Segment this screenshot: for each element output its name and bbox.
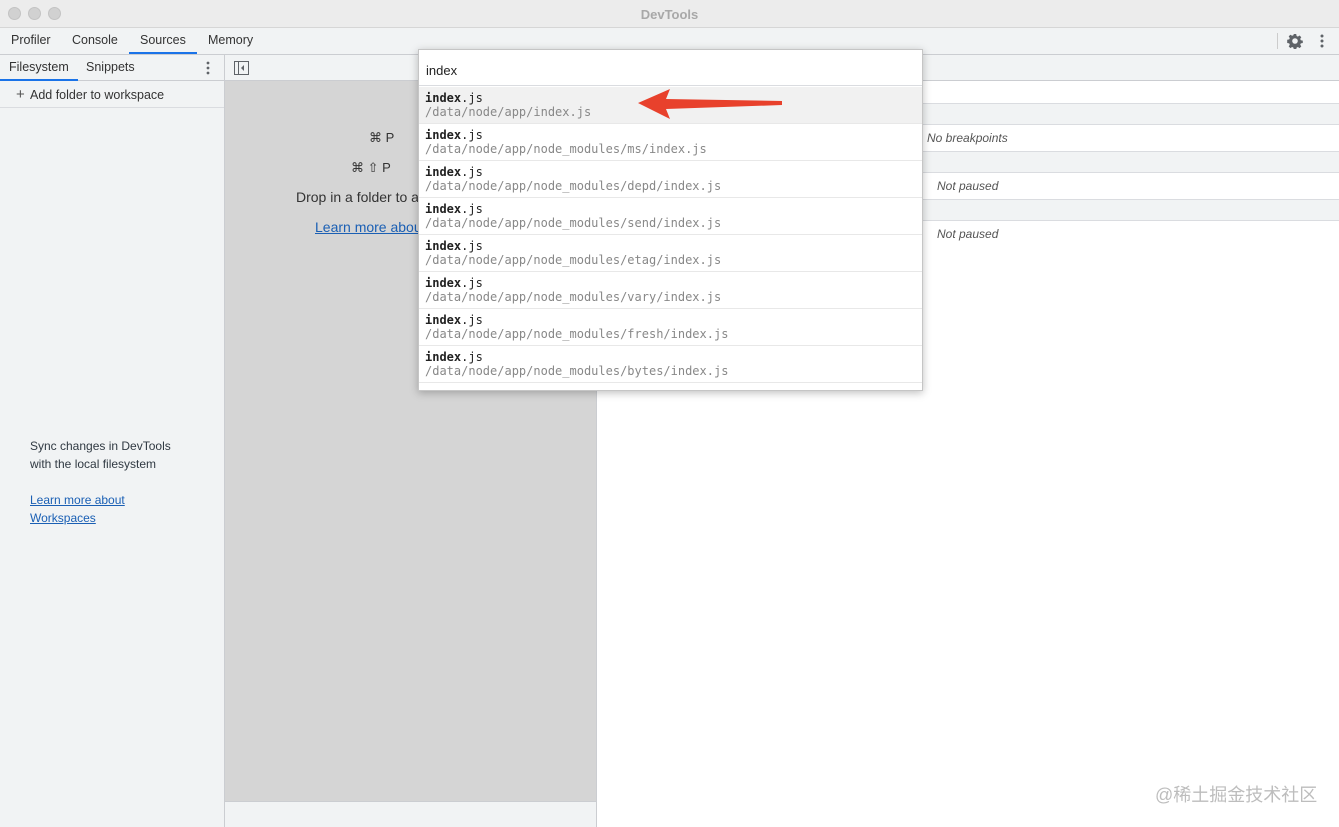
result-filename: index.js (425, 91, 483, 105)
learn-workspaces-link[interactable]: Learn more about Workspaces (30, 491, 200, 527)
navigator-tab-bar: Filesystem Snippets (0, 55, 224, 81)
result-path: /data/node/app/node_modules/depd/index.j… (425, 179, 722, 193)
shortcut-open-file: ⌘ P (369, 130, 395, 145)
window-title: DevTools (640, 7, 699, 22)
result-path: /data/node/app/node_modules/vary/index.j… (425, 290, 722, 304)
quick-open-result[interactable]: index.js /data/node/app/node_modules/eta… (419, 235, 922, 272)
tab-filesystem[interactable]: Filesystem (0, 55, 78, 81)
scope-not-paused-text: Not paused (937, 179, 999, 193)
quick-open-results: index.js /data/node/app/index.js index.j… (419, 87, 922, 383)
quick-open-result[interactable]: index.js /data/node/app/node_modules/var… (419, 272, 922, 309)
tab-sources[interactable]: Sources (129, 28, 197, 54)
quick-open-result[interactable]: index.js /data/node/app/node_modules/sen… (419, 198, 922, 235)
toolbar-divider (1277, 33, 1278, 49)
sync-line-1: Sync changes in DevTools (30, 439, 171, 453)
add-folder-label: Add folder to workspace (30, 88, 165, 102)
call-stack-not-paused-text: Not paused (937, 227, 999, 241)
result-filename: index.js (425, 128, 483, 142)
result-path: /data/node/app/index.js (425, 105, 592, 119)
tab-memory[interactable]: Memory (197, 28, 264, 54)
more-options-icon[interactable] (1316, 33, 1328, 49)
quick-open-result[interactable]: index.js /data/node/app/node_modules/ms/… (419, 124, 922, 161)
quick-open-result[interactable]: index.js /data/node/app/node_modules/fre… (419, 309, 922, 346)
no-breakpoints-text: No breakpoints (927, 131, 1008, 145)
toggle-navigator-icon[interactable] (234, 61, 249, 75)
quick-open-result[interactable]: index.js /data/node/app/node_modules/byt… (419, 346, 922, 383)
watermark: @稀土掘金技术社区 (1155, 785, 1318, 805)
tab-snippets[interactable]: Snippets (77, 55, 144, 81)
result-filename: index.js (425, 165, 483, 179)
learn-line-1: Learn more about (30, 493, 125, 507)
quick-open-input[interactable]: index (419, 50, 922, 86)
result-filename: index.js (425, 202, 483, 216)
title-bar: DevTools (0, 0, 1339, 28)
tab-profiler[interactable]: Profiler (0, 28, 62, 54)
sync-description: Sync changes in DevTools with the local … (30, 437, 200, 473)
editor-learn-more-link[interactable]: Learn more abou (315, 219, 422, 235)
result-filename: index.js (425, 350, 483, 364)
navigator-more-icon[interactable] (202, 60, 214, 76)
sync-line-2: with the local filesystem (30, 457, 157, 471)
result-filename: index.js (425, 313, 483, 327)
shortcut-run-command: ⌘ ⇧ P (351, 160, 391, 175)
result-path: /data/node/app/node_modules/send/index.j… (425, 216, 722, 230)
result-path: /data/node/app/node_modules/bytes/index.… (425, 364, 729, 378)
add-folder-button[interactable]: + Add folder to workspace (0, 82, 224, 108)
navigator-panel: Filesystem Snippets + Add folder to works… (0, 55, 225, 827)
annotation-arrow-icon (638, 89, 782, 119)
drop-folder-text: Drop in a folder to a (296, 189, 419, 205)
tab-console[interactable]: Console (61, 28, 129, 54)
result-filename: index.js (425, 276, 483, 290)
editor-status-bar (225, 801, 597, 827)
plus-icon: + (16, 86, 25, 103)
gear-icon[interactable] (1287, 33, 1303, 49)
result-path: /data/node/app/node_modules/fresh/index.… (425, 327, 729, 341)
result-filename: index.js (425, 239, 483, 253)
learn-line-2: Workspaces (30, 511, 96, 525)
quick-open-result[interactable]: index.js /data/node/app/node_modules/dep… (419, 161, 922, 198)
result-path: /data/node/app/node_modules/ms/index.js (425, 142, 707, 156)
result-path: /data/node/app/node_modules/etag/index.j… (425, 253, 722, 267)
